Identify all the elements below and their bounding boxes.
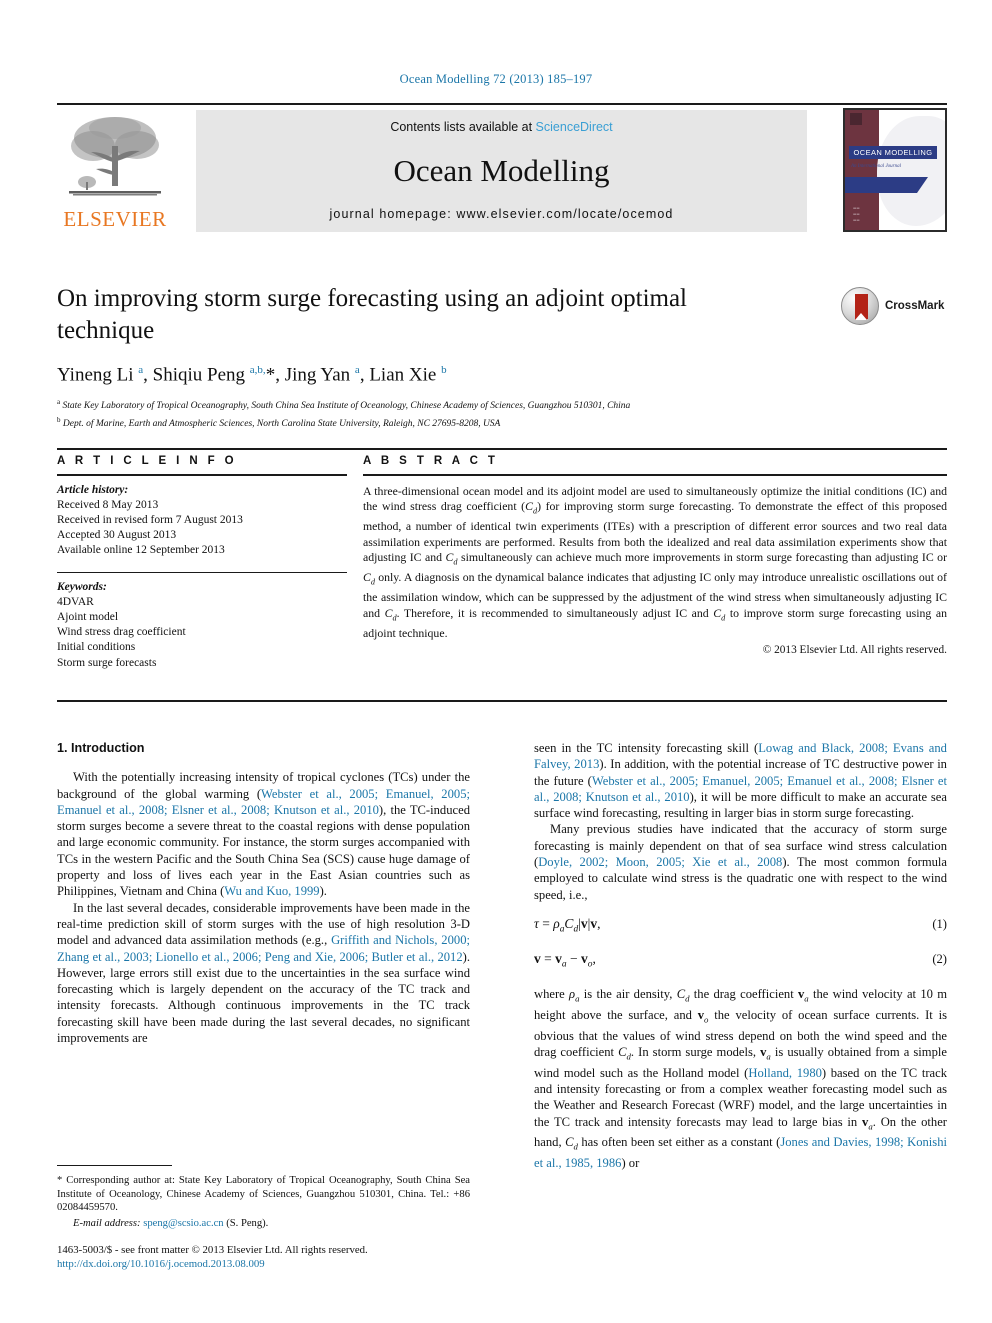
abstract-copyright: © 2013 Elsevier Ltd. All rights reserved… xyxy=(762,644,947,657)
title-block: On improving storm surge forecasting usi… xyxy=(57,283,947,432)
cover-subtitle: An International Journal xyxy=(851,164,901,169)
cover-left-band xyxy=(845,110,879,230)
crossmark-badge[interactable]: CrossMark xyxy=(841,287,945,327)
footnote-rule xyxy=(57,1165,172,1166)
equation-2-number: (2) xyxy=(932,951,947,966)
issn-line: 1463-5003/$ - see front matter © 2013 El… xyxy=(57,1244,368,1256)
contents-prefix: Contents lists available at xyxy=(390,120,536,134)
abstract-heading: A B S T R A C T xyxy=(363,455,499,467)
cover-bottom-marks: ≡≡ ≡≡ ≡≡ xyxy=(853,206,860,224)
journal-title: Ocean Modelling xyxy=(393,153,610,188)
keywords-block: Keywords: 4DVAR Ajoint model Wind stress… xyxy=(57,580,347,671)
paragraph: seen in the TC intensity forecasting ski… xyxy=(534,741,947,821)
article-history-label: Article history: xyxy=(57,483,129,496)
cover-elsevier-mark xyxy=(850,113,862,125)
email-note: E-mail address: speng@scsio.ac.cn (S. Pe… xyxy=(57,1217,470,1231)
affiliation-a: a State Key Laboratory of Tropical Ocean… xyxy=(57,398,631,412)
sciencedirect-link[interactable]: ScienceDirect xyxy=(536,120,613,134)
page-title: On improving storm surge forecasting usi… xyxy=(57,285,688,344)
email-suffix: (S. Peng). xyxy=(226,1217,269,1229)
abstract-section: A B S T R A C T A three-dimensional ocea… xyxy=(363,455,947,656)
contents-line: Contents lists available at ScienceDirec… xyxy=(196,120,807,134)
citation-link[interactable]: Griffith and Nichols, 2000; Zhang et al.… xyxy=(57,933,470,963)
crossmark-label: CrossMark xyxy=(885,300,945,312)
keyword-item: Storm surge forecasts xyxy=(57,656,157,669)
cover-flag-graphic xyxy=(845,177,928,194)
body-column-right: seen in the TC intensity forecasting ski… xyxy=(534,740,947,1171)
keyword-item: 4DVAR xyxy=(57,595,94,608)
elsevier-logo: ELSEVIER xyxy=(57,110,173,232)
citation-link[interactable]: Doyle, 2002; Moon, 2005; Xie et al., 200… xyxy=(538,855,782,869)
paragraph: where ρa is the air density, Cd the drag… xyxy=(534,986,948,1171)
keyword-item: Initial conditions xyxy=(57,641,136,654)
citation-link[interactable]: Jones and Davies, 1998; Konishi et al., … xyxy=(534,1135,947,1170)
equation-1: τ = ρaCd|v|v, (1) xyxy=(534,915,947,935)
cover-title-band: OCEAN MODELLING xyxy=(849,146,937,159)
affiliation-a-text: State Key Laboratory of Tropical Oceanog… xyxy=(62,401,631,412)
crossmark-ribbon-icon xyxy=(855,294,868,320)
info-top-rule xyxy=(57,448,947,450)
citation-link[interactable]: Lowag and Black, 2008; Evans and Falvey,… xyxy=(534,741,947,771)
equation-1-number: (1) xyxy=(932,916,947,931)
article-info-heading: A R T I C L E I N F O xyxy=(57,455,238,467)
journal-masthead: ELSEVIER Contents lists available at Sci… xyxy=(57,103,947,234)
footnote-block: * Corresponding author at: State Key Lab… xyxy=(57,1165,470,1230)
elsevier-wordmark: ELSEVIER xyxy=(63,207,167,231)
citation-link[interactable]: Holland, 1980 xyxy=(748,1066,822,1080)
paragraph: With the potentially increasing intensit… xyxy=(57,770,470,899)
doi-link[interactable]: http://dx.doi.org/10.1016/j.ocemod.2013.… xyxy=(57,1257,487,1271)
body-top-rule xyxy=(57,700,947,702)
masthead-top-rule xyxy=(57,103,947,105)
citation-link[interactable]: Webster et al., 2005; Emanuel, 2005; Ema… xyxy=(57,787,470,817)
citation-link[interactable]: Webster et al., 2005; Emanuel, 2005; Ema… xyxy=(534,774,947,804)
masthead-banner: Contents lists available at ScienceDirec… xyxy=(196,110,807,232)
section-heading-introduction: 1. Introduction xyxy=(57,741,145,755)
elsevier-tree-icon xyxy=(65,112,165,204)
body-column-left: 1. Introduction With the potentially inc… xyxy=(57,740,470,1046)
keywords-label: Keywords: xyxy=(57,580,107,593)
history-item: Received in revised form 7 August 2013 xyxy=(57,514,243,526)
author-list: Yineng Li a, Shiqiu Peng a,b,*, Jing Yan… xyxy=(57,364,447,386)
paragraph: In the last several decades, considerabl… xyxy=(57,900,470,1046)
email-label: E-mail address: xyxy=(73,1217,141,1229)
affiliations: a State Key Laboratory of Tropical Ocean… xyxy=(57,396,947,431)
imprint-block: 1463-5003/$ - see front matter © 2013 El… xyxy=(57,1243,487,1271)
paragraph: Many previous studies have indicated tha… xyxy=(534,822,948,902)
history-item: Accepted 30 August 2013 xyxy=(57,529,177,542)
affiliation-b: b Dept. of Marine, Earth and Atmospheric… xyxy=(57,415,501,430)
article-history: Article history: Received 8 May 2013 Rec… xyxy=(57,483,347,559)
keywords-rule xyxy=(57,571,347,573)
running-head: Ocean Modelling 72 (2013) 185–197 xyxy=(399,72,593,86)
article-info-rule xyxy=(57,474,347,476)
journal-homepage-link[interactable]: journal homepage: www.elsevier.com/locat… xyxy=(196,207,807,221)
corresponding-author-note: * Corresponding author at: State Key Lab… xyxy=(57,1175,470,1214)
keyword-item: Wind stress drag coefficient xyxy=(57,626,186,639)
keyword-item: Ajoint model xyxy=(57,611,119,624)
history-item: Available online 12 September 2013 xyxy=(57,544,225,557)
citation-link[interactable]: Wu and Kuo, 1999 xyxy=(224,884,319,898)
abstract-text: A three-dimensional ocean model and its … xyxy=(363,483,947,640)
article-info-section: A R T I C L E I N F O Article history: R… xyxy=(57,455,347,671)
crossmark-circle-icon xyxy=(841,287,879,325)
abstract-rule xyxy=(363,474,947,476)
equation-2: v = va − vo, (2) xyxy=(534,950,947,970)
affiliation-b-text: Dept. of Marine, Earth and Atmospheric S… xyxy=(62,419,501,430)
journal-cover-thumbnail: OCEAN MODELLING An International Journal… xyxy=(843,108,947,232)
cover-title-text: OCEAN MODELLING xyxy=(853,148,933,157)
history-item: Received 8 May 2013 xyxy=(57,498,159,511)
article-page: Ocean Modelling 72 (2013) 185–197 ELSEVI… xyxy=(0,0,992,1323)
cover-swirl-graphic xyxy=(877,116,945,226)
email-link[interactable]: speng@scsio.ac.cn xyxy=(143,1218,223,1229)
